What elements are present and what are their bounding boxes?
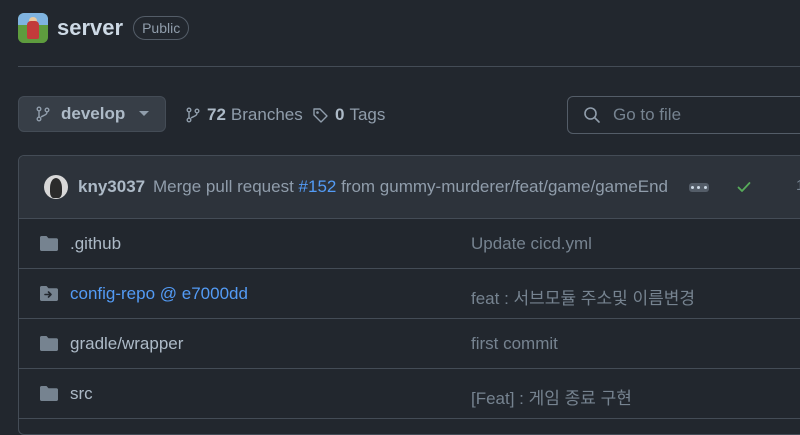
latest-commit-bar: kny3037 Merge pull request #152 from gum… — [19, 156, 800, 219]
repo-name[interactable]: server — [57, 15, 123, 41]
tags-link[interactable]: 0 Tags — [312, 105, 385, 125]
file-commit-message[interactable]: [Feat] : 게임 종료 구현 — [471, 384, 632, 409]
tags-count: 0 — [335, 105, 345, 124]
file-row[interactable]: src [Feat] : 게임 종료 구현 — [19, 369, 800, 419]
header-divider — [18, 66, 800, 67]
file-name[interactable]: gradle/wrapper — [70, 334, 183, 354]
tag-icon — [312, 107, 329, 124]
repo-header: server Public — [18, 13, 190, 43]
file-name[interactable]: .github — [70, 234, 121, 254]
file-name[interactable]: src — [70, 384, 93, 404]
search-input[interactable] — [611, 104, 795, 126]
folder-icon — [39, 235, 59, 252]
branch-selector-button[interactable]: develop — [18, 96, 166, 132]
folder-icon — [39, 335, 59, 352]
file-name[interactable]: config-repo @ e7000dd — [70, 284, 248, 304]
tags-label: Tags — [349, 105, 386, 124]
folder-icon — [39, 385, 59, 402]
file-row[interactable]: .github Update cicd.yml — [19, 219, 800, 269]
file-list: kny3037 Merge pull request #152 from gum… — [18, 155, 800, 435]
file-row[interactable]: config-repo @ e7000dd feat : 서브모듈 주소및 이름… — [19, 269, 800, 319]
repo-avatar[interactable] — [18, 13, 48, 43]
file-commit-message[interactable]: feat : 서브모듈 주소및 이름변경 — [471, 284, 695, 309]
branches-label: Branches — [230, 105, 303, 124]
ellipsis-button[interactable] — [689, 183, 709, 192]
submodule-folder-icon — [39, 285, 59, 302]
pull-request-link[interactable]: #152 — [299, 177, 337, 196]
search-icon — [583, 106, 601, 124]
chevron-down-icon — [139, 111, 150, 117]
file-commit-message[interactable]: Update cicd.yml — [471, 234, 592, 254]
file-row[interactable]: gradle/wrapper first commit — [19, 319, 800, 369]
file-commit-message[interactable]: first commit — [471, 334, 558, 354]
commit-author[interactable]: kny3037 — [78, 177, 145, 197]
branches-count: 72 — [207, 105, 226, 124]
commit-message[interactable]: Merge pull request #152 from gummy-murde… — [153, 177, 668, 197]
go-to-file-search[interactable] — [567, 96, 800, 134]
branches-link[interactable]: 72 Branches — [185, 105, 303, 125]
commit-message-prefix: Merge pull request — [153, 177, 299, 196]
commit-extra: 1 — [796, 177, 800, 194]
commit-message-suffix: from gummy-murderer/feat/game/gameEnd — [336, 177, 668, 196]
visibility-badge: Public — [133, 16, 190, 40]
avatar[interactable] — [44, 175, 68, 199]
git-branch-icon — [185, 107, 201, 123]
check-icon[interactable] — [736, 179, 752, 195]
branch-name: develop — [61, 104, 126, 123]
git-branch-icon — [35, 106, 51, 122]
